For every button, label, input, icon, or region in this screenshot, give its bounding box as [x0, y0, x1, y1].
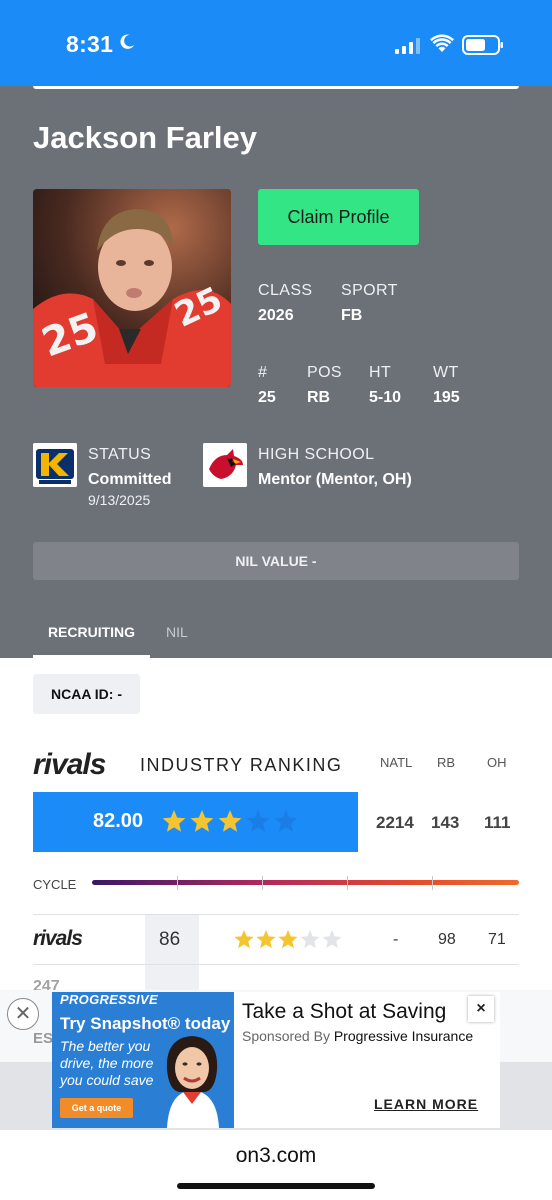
industry-rank-state: 111: [484, 813, 511, 832]
pos-label: POS: [307, 364, 342, 381]
col-header-position: RB: [437, 755, 456, 770]
status-label: STATUS: [88, 446, 152, 463]
rivals-service-logo: rivals: [33, 927, 83, 950]
table-divider: [33, 964, 519, 965]
ad-dismiss-button[interactable]: ✕: [7, 998, 39, 1030]
sport-value: FB: [341, 307, 363, 324]
ad-sponsor-name: Progressive Insurance: [333, 1028, 474, 1044]
player-photo: 25 25: [33, 189, 231, 387]
status-time: 8:31: [66, 31, 114, 57]
moon-icon: [120, 34, 135, 49]
rivals-rank-state: 71: [488, 931, 506, 948]
nil-value-bar: NIL VALUE -: [33, 542, 519, 580]
battery-icon: [462, 35, 503, 55]
wt-label: WT: [433, 364, 459, 381]
commit-date: 9/13/2025: [88, 492, 151, 508]
ad-subtext: The better you drive, the more you could…: [60, 1038, 154, 1088]
table-divider: [33, 914, 519, 915]
industry-score: 82.00: [93, 810, 144, 832]
ncaa-id-badge: NCAA ID: -: [33, 674, 140, 714]
espn-service-logo-partial: ES: [33, 1030, 54, 1047]
industry-score-box: 82.00: [33, 792, 358, 852]
pos-value: RB: [307, 389, 331, 406]
ad-get-quote-button[interactable]: Get a quote: [60, 1098, 133, 1118]
kent-state-logo[interactable]: [33, 443, 77, 487]
status-value: Committed: [88, 471, 172, 488]
ht-label: HT: [369, 364, 392, 381]
star-empty-icon: [246, 810, 270, 832]
ad-creative: PROGRESSIVE Try Snapshot® today The bett…: [52, 992, 234, 1128]
ad-brand-logo: PROGRESSIVE: [60, 992, 158, 1007]
cellular-signal-icon: [395, 38, 420, 54]
star-empty-icon: [274, 810, 298, 832]
col-header-state: OH: [487, 755, 507, 770]
star-filled-icon: [190, 810, 214, 832]
high-school-label: HIGH SCHOOL: [258, 446, 375, 463]
star-filled-icon: [218, 810, 242, 832]
sport-label: SPORT: [341, 282, 398, 299]
industry-star-rating: [162, 810, 298, 832]
star-filled-icon: [278, 930, 298, 949]
class-value: 2026: [258, 307, 294, 324]
claim-profile-button[interactable]: Claim Profile: [258, 189, 419, 245]
cycle-tick: [262, 876, 263, 890]
browser-bottom-bar: on3.com: [0, 1130, 552, 1200]
rivals-score: 86: [159, 929, 181, 950]
ht-value: 5-10: [369, 389, 402, 406]
cycle-label: CYCLE: [33, 877, 77, 892]
profile-header: Jackson Farley 25 25 Claim Profile CLASS…: [0, 86, 552, 658]
cycle-tick: [177, 876, 178, 890]
rivals-star-rating: [234, 930, 342, 949]
ios-status-bar: 8:31: [0, 0, 552, 86]
tab-recruiting[interactable]: RECRUITING: [33, 624, 150, 658]
progressive-ad-banner[interactable]: PROGRESSIVE Try Snapshot® today The bett…: [52, 992, 500, 1128]
rivals-rank-position: 98: [438, 931, 456, 948]
cycle-timeline-bar: [92, 880, 519, 885]
ad-headline: Take a Shot at Saving: [242, 1000, 447, 1023]
ad-learn-more-link[interactable]: LEARN MORE: [374, 1096, 478, 1112]
star-empty-icon: [300, 930, 320, 949]
player-name: Jackson Farley: [33, 120, 258, 155]
rivals-logo: rivals: [33, 748, 106, 781]
number-value: 25: [258, 389, 276, 406]
industry-rank-position: 143: [431, 813, 460, 832]
cycle-tick: [347, 876, 348, 890]
star-filled-icon: [256, 930, 276, 949]
tab-nil[interactable]: NIL: [166, 624, 188, 640]
ad-close-button[interactable]: ×: [468, 996, 494, 1022]
star-filled-icon: [234, 930, 254, 949]
star-empty-icon: [322, 930, 342, 949]
high-school-value[interactable]: Mentor (Mentor, OH): [258, 471, 412, 489]
player-photo-image: 25 25: [33, 189, 231, 387]
star-filled-icon: [162, 810, 186, 832]
number-label: #: [258, 364, 268, 381]
mentor-cardinal-logo[interactable]: [203, 443, 247, 487]
ad-spokesperson-image: [166, 1036, 219, 1128]
home-indicator[interactable]: [177, 1183, 375, 1189]
address-bar-url[interactable]: on3.com: [0, 1144, 552, 1168]
industry-rank-natl: 2214: [376, 813, 414, 832]
header-top-line: [33, 86, 519, 89]
class-label: CLASS: [258, 282, 313, 299]
wifi-icon: [430, 34, 454, 52]
ad-sponsor-line: Sponsored By Progressive Insurance: [242, 1028, 473, 1044]
ad-sponsor-prefix: Sponsored By: [242, 1028, 330, 1044]
wt-value: 195: [433, 389, 460, 406]
col-header-natl: NATL: [380, 755, 413, 770]
cycle-tick: [432, 876, 433, 890]
rivals-rank-natl: -: [393, 931, 399, 948]
industry-ranking-title: INDUSTRY RANKING: [140, 755, 343, 775]
